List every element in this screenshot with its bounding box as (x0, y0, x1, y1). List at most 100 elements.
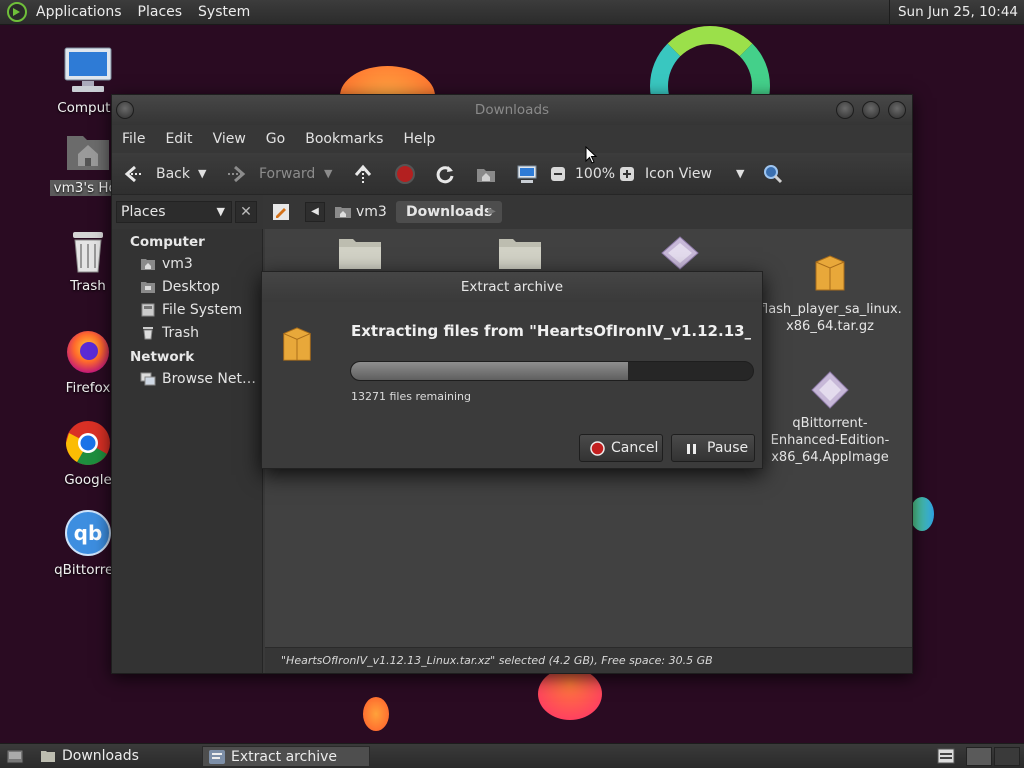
qbittorrent-icon: qb (65, 510, 111, 556)
stop-icon[interactable] (394, 163, 416, 185)
taskbar-item-extract-archive[interactable]: Extract archive (202, 746, 370, 767)
taskbar-item-downloads[interactable]: Downloads (34, 746, 198, 767)
close-button[interactable] (888, 101, 906, 119)
forward-history-dropdown[interactable]: ▼ (324, 153, 332, 195)
cancel-button[interactable]: Cancel (579, 434, 663, 462)
folder-icon (41, 751, 55, 762)
wallpaper-small-orange-circle (363, 697, 389, 731)
computer-icon (64, 47, 112, 92)
menu-file[interactable]: File (112, 131, 155, 147)
clock[interactable]: Sun Jun 25, 10:44 (888, 0, 1024, 25)
path-scroll-left-button[interactable]: ◀ (305, 202, 325, 222)
trash-icon (73, 232, 103, 273)
back-history-dropdown[interactable]: ▼ (198, 153, 206, 195)
forward-arrow-icon[interactable] (226, 163, 248, 185)
menu-system[interactable]: System (190, 4, 258, 20)
taskbar-label: Extract archive (231, 749, 337, 765)
wallpaper-pink-circle (538, 668, 602, 720)
view-mode-select[interactable]: Icon View (645, 153, 712, 195)
edit-location-icon[interactable] (271, 202, 291, 222)
file-item[interactable] (610, 235, 750, 276)
computer-icon[interactable] (516, 163, 538, 185)
zoom-in-icon[interactable] (619, 166, 635, 182)
back-button[interactable]: Back (156, 153, 190, 195)
dialog-title: Extract archive (460, 279, 564, 295)
sidebar-item-trash[interactable]: Trash (162, 325, 199, 341)
desktop-folder-icon (141, 282, 155, 293)
minimize-button[interactable] (836, 101, 854, 119)
file-item[interactable] (290, 235, 430, 276)
menu-bookmarks[interactable]: Bookmarks (295, 131, 393, 147)
cancel-icon (590, 441, 605, 456)
cancel-label: Cancel (611, 440, 659, 456)
up-arrow-icon[interactable] (352, 163, 374, 185)
file-item[interactable]: qBittorrent- Enhanced-Edition- x86_64.Ap… (760, 353, 900, 483)
top-panel: Applications Places System Sun Jun 25, 1… (0, 0, 1024, 25)
pause-label: Pause (707, 440, 749, 456)
window-titlebar[interactable]: Downloads (112, 95, 912, 125)
network-icon (140, 372, 156, 386)
menu-go[interactable]: Go (256, 131, 295, 147)
sidebar: Computer vm3 Desktop File System Trash N… (112, 229, 263, 673)
menubar: File Edit View Go Bookmarks Help (112, 125, 912, 153)
reload-icon[interactable] (434, 163, 456, 185)
sidebar-mode-label: Places (121, 204, 166, 220)
show-desktop-icon[interactable] (6, 749, 24, 764)
archive-icon (815, 255, 845, 291)
file-system-icon (141, 303, 155, 317)
extract-dialog: Extract archive Extracting files from "H… (261, 271, 763, 469)
files-remaining-text: 13271 files remaining (351, 390, 472, 403)
appimage-icon (661, 236, 699, 270)
mouse-cursor-icon (585, 146, 597, 164)
extract-app-icon (209, 750, 225, 764)
path-segment-label: Downloads (406, 204, 493, 220)
path-segment-label: vm3 (356, 204, 387, 220)
sidebar-item-desktop[interactable]: Desktop (162, 279, 220, 295)
sidebar-section-computer: Computer (130, 234, 205, 250)
appimage-icon (811, 371, 849, 409)
workspace-1[interactable] (966, 747, 992, 766)
menu-applications[interactable]: Applications (28, 4, 130, 20)
workspace-switcher-icon[interactable] (937, 748, 955, 764)
bottom-panel: Downloads Extract archive (0, 743, 1024, 768)
search-icon[interactable] (762, 163, 784, 185)
dialog-titlebar[interactable]: Extract archive (262, 272, 762, 302)
menu-help[interactable]: Help (393, 131, 445, 147)
workspace-2[interactable] (994, 747, 1020, 766)
forward-button[interactable]: Forward (259, 153, 315, 195)
status-bar: "HeartsOfIronIV_v1.12.13_Linux.tar.xz" s… (265, 647, 912, 673)
file-name: flash_player_sa_linux. x86_64.tar.gz (760, 302, 902, 334)
svg-text:qb: qb (74, 521, 103, 545)
sidebar-item-file-system[interactable]: File System (162, 302, 242, 318)
maximize-button[interactable] (862, 101, 880, 119)
home-folder-icon (67, 136, 109, 170)
sidebar-item-browse-network[interactable]: Browse Net… (162, 371, 256, 387)
file-item[interactable]: flash_player_sa_linux. x86_64.tar.gz (760, 235, 902, 352)
folder-icon (499, 239, 541, 269)
sidebar-mode-select[interactable]: Places ▼ (116, 201, 232, 223)
home-icon[interactable] (475, 163, 497, 185)
menu-places[interactable]: Places (130, 4, 191, 20)
file-item[interactable] (450, 235, 590, 276)
archive-icon (283, 327, 311, 361)
zoom-out-icon[interactable] (550, 166, 566, 182)
window-title: Downloads (474, 102, 550, 118)
path-segment-vm3[interactable]: vm3 (330, 201, 395, 223)
pause-icon (687, 444, 696, 454)
top-menu: Applications Places System (0, 0, 258, 25)
menu-edit[interactable]: Edit (155, 131, 202, 147)
sidebar-header: Places ▼ ✕ (112, 195, 263, 229)
folder-icon (339, 239, 381, 269)
sidebar-item-vm3[interactable]: vm3 (162, 256, 193, 272)
view-mode-dropdown[interactable]: ▼ (736, 153, 744, 195)
home-folder-icon (335, 207, 351, 218)
close-sidebar-button[interactable]: ✕ (235, 201, 257, 223)
path-scroll-right-button[interactable]: ▶ (485, 202, 499, 222)
chevron-down-icon: ▼ (216, 205, 225, 218)
chrome-icon (66, 421, 110, 465)
pause-button[interactable]: Pause (671, 434, 755, 462)
back-arrow-icon[interactable] (122, 163, 144, 185)
menu-view[interactable]: View (203, 131, 256, 147)
trash-icon (143, 327, 153, 340)
window-menu-button[interactable] (116, 101, 134, 119)
